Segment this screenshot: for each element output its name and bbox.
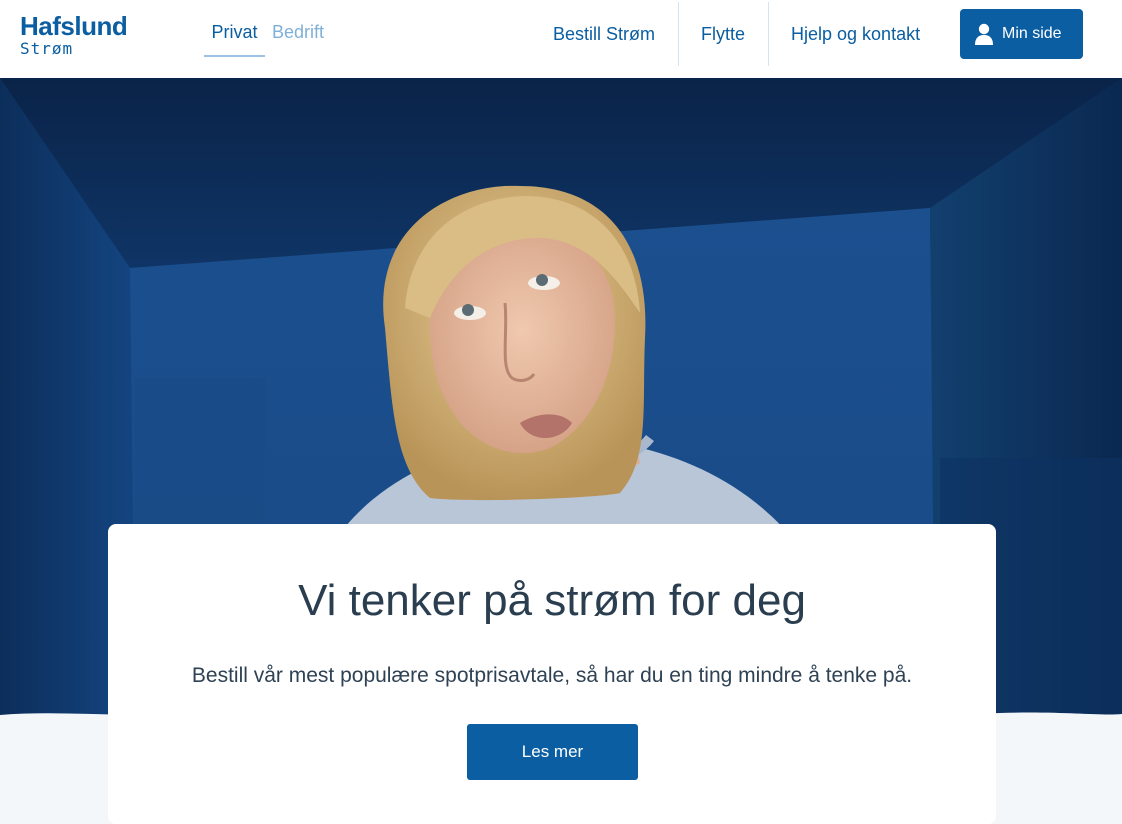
nav-divider bbox=[768, 2, 769, 66]
min-side-label: Min side bbox=[1002, 25, 1062, 42]
min-side-button[interactable]: Min side bbox=[960, 9, 1083, 59]
logo-name: Hafslund bbox=[20, 11, 128, 41]
promo-text: Bestill vår mest populære spotprisavtale… bbox=[191, 664, 913, 687]
promo-title: Vi tenker på strøm for deg bbox=[298, 576, 806, 625]
segment-privat[interactable]: Privat bbox=[204, 22, 265, 57]
hafslund-logo[interactable]: Hafslund Strøm bbox=[20, 11, 128, 58]
nav-bestill-strom[interactable]: Bestill Strøm bbox=[553, 24, 655, 45]
nav-hjelp-og-kontakt[interactable]: Hjelp og kontakt bbox=[791, 24, 920, 45]
logo-sub: Strøm bbox=[20, 39, 74, 58]
site-header: Hafslund Strøm Privat Bedrift Bestill St… bbox=[0, 0, 1122, 78]
segment-bedrift[interactable]: Bedrift bbox=[272, 22, 324, 43]
nav-divider bbox=[678, 2, 679, 66]
nav-flytte[interactable]: Flytte bbox=[701, 24, 745, 45]
user-icon bbox=[975, 23, 993, 45]
promo-card: Vi tenker på strøm for deg Bestill vår m… bbox=[108, 524, 996, 824]
les-mer-button[interactable]: Les mer bbox=[467, 724, 638, 780]
